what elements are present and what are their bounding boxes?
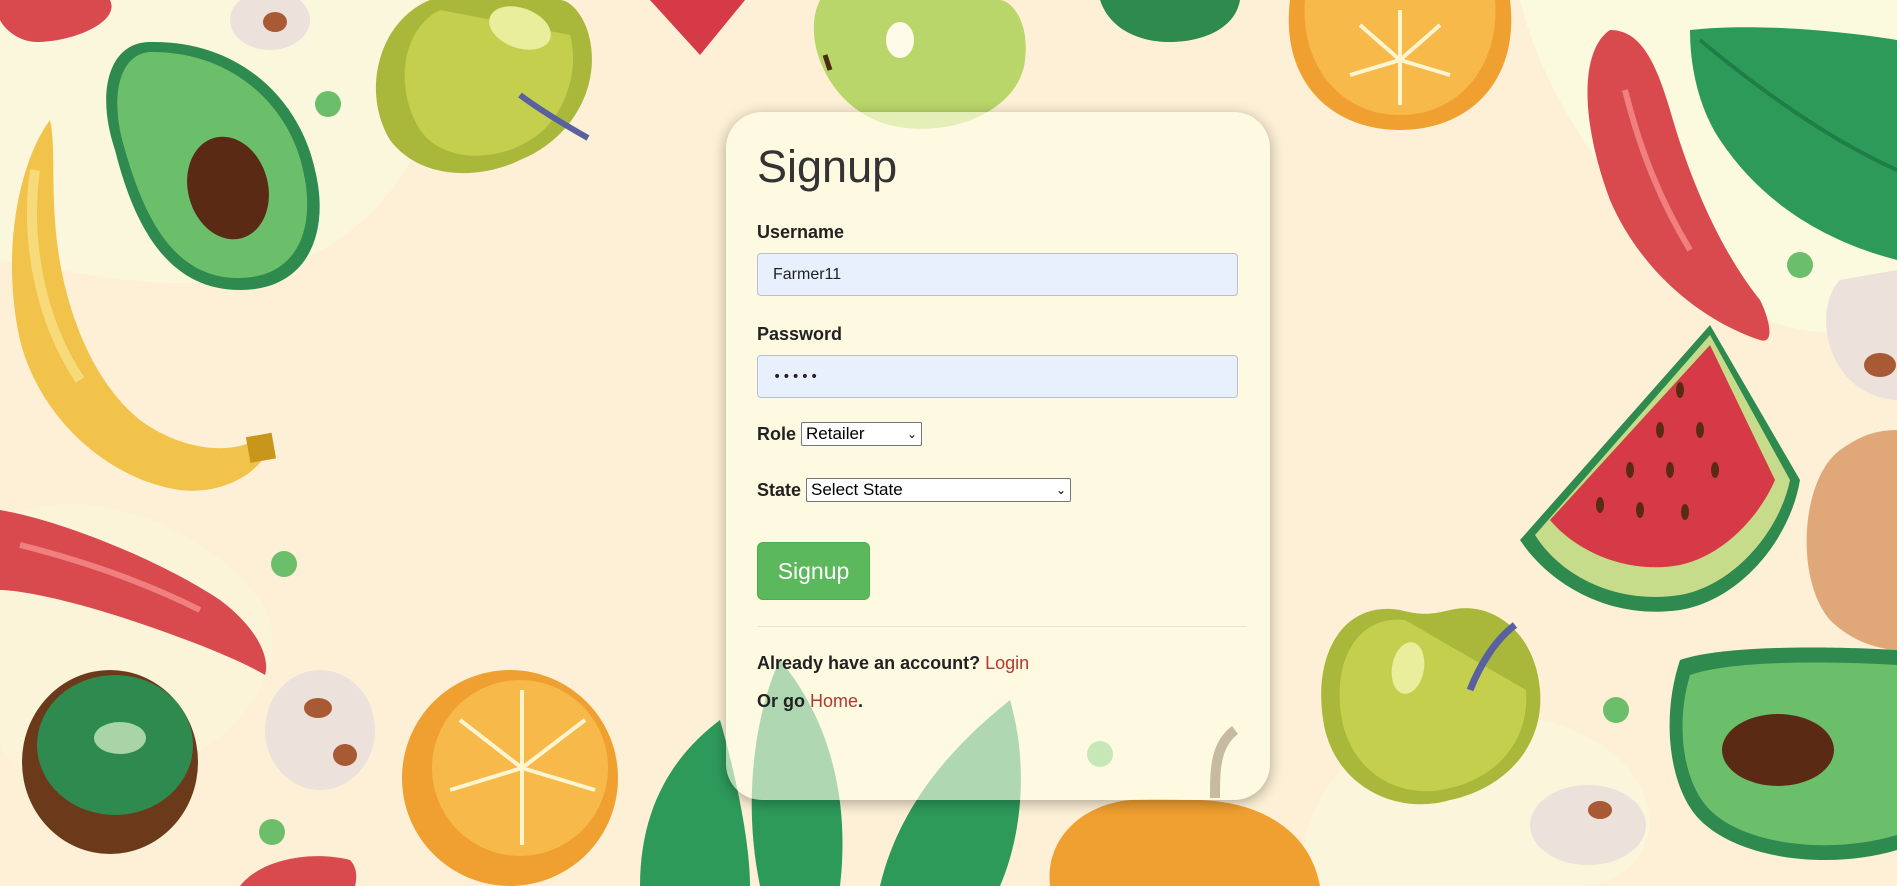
password-input[interactable]: ••••• — [757, 355, 1238, 398]
pea-icon — [1603, 697, 1629, 723]
mushroom-icon — [1530, 785, 1646, 865]
username-value: Farmer11 — [773, 266, 842, 283]
home-link[interactable]: Home — [810, 691, 858, 711]
signup-card: Signup Username Farmer11 Password ••••• … — [726, 112, 1270, 800]
password-label: Password — [757, 324, 843, 344]
mushroom-icon — [265, 670, 375, 790]
password-value: ••••• — [773, 369, 820, 385]
pea-icon — [271, 551, 297, 577]
state-select[interactable]: Select State ⌄ — [806, 478, 1072, 502]
role-label: Role — [757, 423, 797, 444]
pea-icon — [315, 91, 341, 117]
username-input[interactable]: Farmer11 — [757, 253, 1238, 296]
signup-button[interactable]: Signup — [757, 542, 870, 600]
divider — [757, 626, 1247, 627]
login-prompt: Already have an account? Login — [757, 653, 1239, 674]
pea-icon — [1787, 252, 1813, 278]
home-prompt: Or go Home. — [757, 691, 1239, 712]
username-label: Username — [757, 222, 845, 242]
state-row: State Select State ⌄ — [757, 478, 1239, 502]
chevron-down-icon: ⌄ — [906, 427, 918, 441]
pea-icon — [259, 819, 285, 845]
orange-icon — [402, 670, 618, 886]
state-select-value: Select State — [811, 480, 903, 499]
role-select-value: Retailer — [806, 424, 865, 443]
state-label: State — [757, 479, 802, 500]
chevron-down-icon: ⌄ — [1055, 483, 1067, 497]
login-link[interactable]: Login — [985, 653, 1029, 673]
kiwi-icon — [22, 670, 198, 854]
page-title: Signup — [757, 141, 898, 192]
role-select[interactable]: Retailer ⌄ — [801, 422, 923, 446]
account-prompt-text: Already have an account? — [757, 653, 986, 673]
or-go-text: Or go — [757, 691, 810, 711]
period-text: . — [858, 691, 864, 711]
role-row: Role Retailer ⌄ — [757, 422, 1239, 446]
